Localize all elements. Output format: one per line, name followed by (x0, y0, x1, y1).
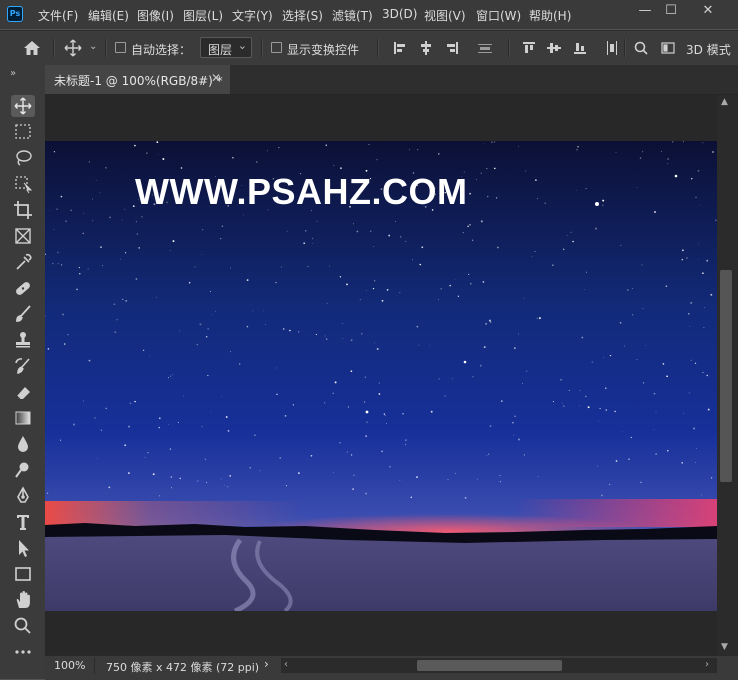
document-canvas-image[interactable]: WWW.PSAHZ.COM (45, 141, 717, 611)
scroll-up-icon[interactable]: ▲ (721, 97, 728, 107)
status-menu-arrow-icon[interactable]: › (264, 657, 269, 671)
dodge-tool-icon[interactable] (11, 459, 35, 481)
menu-image[interactable]: 图像(I) (137, 7, 174, 24)
move-tool-icon[interactable] (11, 95, 35, 117)
menu-filter[interactable]: 滤镜(T) (332, 7, 373, 24)
watermark-text: WWW.PSAHZ.COM (135, 171, 468, 212)
screen-mode-icon[interactable] (661, 41, 675, 55)
show-transform-controls-checkbox[interactable] (271, 42, 282, 53)
document-tab-title: 未标题-1 @ 100%(RGB/8#) * (54, 74, 223, 88)
chevron-down-icon: ⌄ (237, 39, 247, 52)
align-right-icon[interactable] (445, 41, 459, 55)
scroll-right-icon[interactable]: › (705, 659, 709, 670)
menu-help[interactable]: 帮助(H) (529, 7, 571, 24)
gradient-tool-icon[interactable] (11, 407, 35, 429)
menu-type[interactable]: 文字(Y) (232, 7, 273, 24)
maximize-button[interactable]: ☐ (655, 0, 687, 24)
menu-file[interactable]: 文件(F) (38, 7, 78, 24)
pen-tool-icon[interactable] (11, 485, 35, 507)
close-tab-icon[interactable]: ✕ (211, 71, 221, 85)
photoshop-logo-icon: Ps (7, 6, 23, 22)
healing-brush-tool-icon[interactable] (11, 277, 35, 299)
collapse-panel-icon[interactable]: » (10, 68, 16, 79)
rectangular-marquee-tool-icon[interactable] (11, 121, 35, 143)
move-tool-preset-icon[interactable] (64, 39, 82, 57)
clone-stamp-tool-icon[interactable] (11, 329, 35, 351)
chevron-down-icon[interactable]: ⌄ (89, 41, 97, 52)
path-selection-tool-icon[interactable] (11, 537, 35, 559)
eraser-tool-icon[interactable] (11, 381, 35, 403)
3d-mode-label[interactable]: 3D 模式 (686, 41, 731, 58)
align-top-icon[interactable] (522, 41, 536, 55)
hand-tool-icon[interactable] (11, 589, 35, 611)
type-tool-icon[interactable] (11, 511, 35, 533)
brush-tool-icon[interactable] (11, 303, 35, 325)
menu-select[interactable]: 选择(S) (282, 7, 323, 24)
menu-window[interactable]: 窗口(W) (476, 7, 521, 24)
align-vertical-center-icon[interactable] (547, 41, 561, 55)
frame-tool-icon[interactable] (11, 225, 35, 247)
crop-tool-icon[interactable] (11, 199, 35, 221)
document-info[interactable]: 750 像素 x 472 像素 (72 ppi) (106, 659, 259, 675)
zoom-tool-icon[interactable] (11, 615, 35, 637)
zoom-level[interactable]: 100% (54, 659, 85, 672)
object-selection-tool-icon[interactable] (11, 173, 35, 195)
dropdown-value: 图层 (208, 43, 233, 57)
menu-layer[interactable]: 图层(L) (183, 7, 223, 24)
close-window-button[interactable]: ✕ (692, 0, 724, 24)
vertical-scroll-thumb[interactable] (720, 270, 732, 482)
options-bar: ⌄ 自动选择： 图层 ⌄ 显示变换控件 3D 模式 (0, 30, 738, 66)
menu-bar: Ps 文件(F) 编辑(E) 图像(I) 图层(L) 文字(Y) 选择(S) 滤… (0, 0, 738, 29)
align-left-icon[interactable] (393, 41, 407, 55)
eyedropper-tool-icon[interactable] (11, 251, 35, 273)
search-icon[interactable] (634, 41, 648, 55)
home-icon[interactable] (22, 39, 42, 57)
menu-view[interactable]: 视图(V) (424, 7, 466, 24)
align-horizontal-center-icon[interactable] (419, 41, 433, 55)
document-tab[interactable]: 未标题-1 @ 100%(RGB/8#) * ✕ (45, 65, 230, 94)
rectangle-tool-icon[interactable] (11, 563, 35, 585)
show-transform-controls-label: 显示变换控件 (287, 43, 360, 57)
auto-select-checkbox[interactable] (115, 42, 126, 53)
lasso-tool-icon[interactable] (11, 147, 35, 169)
distribute-vertical-icon[interactable] (478, 41, 492, 55)
horizontal-scroll-thumb[interactable] (417, 660, 562, 671)
align-bottom-icon[interactable] (573, 41, 587, 55)
auto-select-label: 自动选择： (131, 43, 192, 57)
auto-select-target-dropdown[interactable]: 图层 ⌄ (200, 37, 252, 58)
more-tools-icon[interactable] (11, 641, 35, 663)
blur-tool-icon[interactable] (11, 433, 35, 455)
history-brush-tool-icon[interactable] (11, 355, 35, 377)
distribute-horizontal-icon[interactable] (605, 41, 619, 55)
menu-3d[interactable]: 3D(D) (382, 7, 417, 21)
scroll-down-icon[interactable]: ▼ (721, 642, 728, 652)
scroll-left-icon[interactable]: ‹ (284, 659, 288, 670)
menu-edit[interactable]: 编辑(E) (88, 7, 129, 24)
